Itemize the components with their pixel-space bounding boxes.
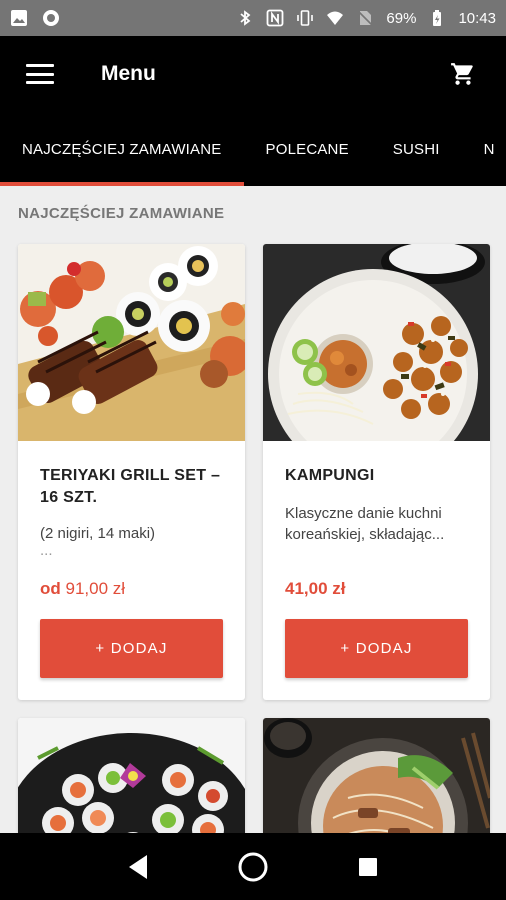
product-name: KAMPUNGI bbox=[285, 467, 375, 484]
wifi-icon bbox=[327, 11, 344, 25]
price-amount: 41,00 zł bbox=[285, 579, 346, 598]
price-prefix: od bbox=[40, 579, 61, 598]
section-title: NAJCZĘŚCIEJ ZAMAWIANE bbox=[18, 205, 225, 222]
product-card[interactable]: TERIYAKI GRILL SET – 16 SZT. (2 nigiri, … bbox=[18, 244, 245, 700]
price-amount: 91,00 zł bbox=[65, 579, 126, 598]
bluetooth-icon bbox=[240, 10, 251, 26]
hamburger-icon[interactable] bbox=[26, 64, 54, 84]
tab-next-partial[interactable]: N bbox=[462, 112, 506, 186]
recents-icon[interactable] bbox=[351, 850, 385, 884]
product-price: 41,00 zł bbox=[285, 579, 346, 599]
page-title: Menu bbox=[101, 62, 156, 85]
cart-icon[interactable] bbox=[450, 61, 476, 87]
product-image-sushi bbox=[18, 244, 245, 441]
category-tabs: NAJCZĘŚCIEJ ZAMAWIANE POLECANE SUSHI N bbox=[0, 112, 506, 186]
add-to-cart-button[interactable]: + DODAJ bbox=[285, 619, 468, 678]
add-to-cart-button[interactable]: + DODAJ bbox=[40, 619, 223, 678]
status-bar: 69% 10:43 bbox=[0, 0, 506, 36]
product-description-more: ... bbox=[40, 542, 53, 559]
vibrate-icon bbox=[297, 10, 314, 26]
app-bar: Menu bbox=[0, 36, 506, 112]
nfc-icon bbox=[267, 9, 284, 27]
tab-polecane[interactable]: POLECANE bbox=[244, 112, 371, 186]
product-image-kampungi bbox=[263, 244, 490, 441]
no-sim-icon bbox=[357, 10, 373, 26]
tab-najczesciej-zamawiane[interactable]: NAJCZĘŚCIEJ ZAMAWIANE bbox=[0, 112, 244, 186]
battery-percent: 69% bbox=[386, 9, 417, 27]
product-description: Klasyczne danie kuchni koreańskiej, skła… bbox=[285, 505, 445, 543]
back-icon[interactable] bbox=[121, 850, 155, 884]
home-icon[interactable] bbox=[236, 850, 270, 884]
product-price: od 91,00 zł bbox=[40, 579, 125, 599]
product-card[interactable]: KAMPUNGI Klasyczne danie kuchni koreańsk… bbox=[263, 244, 490, 700]
clock: 10:43 bbox=[458, 9, 496, 27]
circle-app-icon bbox=[43, 10, 59, 26]
product-name: TERIYAKI GRILL SET – 16 SZT. bbox=[40, 467, 221, 506]
product-description: (2 nigiri, 14 maki) bbox=[40, 525, 156, 542]
battery-icon bbox=[433, 10, 442, 26]
image-icon bbox=[11, 10, 27, 26]
tab-sushi[interactable]: SUSHI bbox=[371, 112, 462, 186]
system-nav-bar bbox=[0, 833, 506, 900]
